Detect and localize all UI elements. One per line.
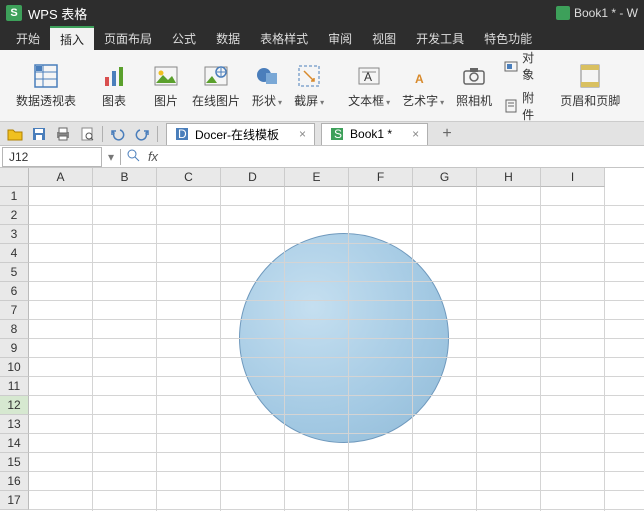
doc-title: Book1 * - W [556, 6, 638, 21]
row-header[interactable]: 9 [0, 339, 29, 358]
screenshot-button[interactable]: 截屏▾ [290, 55, 328, 117]
select-all-corner[interactable] [0, 168, 29, 187]
online-picture-icon [202, 62, 230, 90]
new-tab-button[interactable]: + [436, 124, 458, 144]
row-header[interactable]: 7 [0, 301, 29, 320]
shapes-button[interactable]: 形状▾ [248, 55, 286, 117]
menu-8[interactable]: 开发工具 [406, 26, 474, 50]
hyperlink-button[interactable]: 超链接 [640, 55, 644, 117]
spreadsheet-icon: S [330, 127, 344, 141]
close-icon[interactable]: × [299, 127, 306, 141]
docer-tab[interactable]: D Docer-在线模板 × [166, 123, 315, 145]
col-header[interactable]: C [157, 168, 221, 187]
print-button[interactable] [52, 124, 74, 144]
camera-icon [460, 62, 488, 90]
open-button[interactable] [4, 124, 26, 144]
header-footer-button[interactable]: 页眉和页脚 [556, 55, 624, 117]
object-button[interactable]: 对象 [500, 47, 540, 85]
textbox-button[interactable]: A 文本框▾ [344, 55, 394, 117]
name-box-dropdown[interactable]: ▾ [104, 150, 118, 164]
pivot-table-icon [32, 62, 60, 90]
fx-icon[interactable]: fx [143, 149, 163, 164]
shapes-icon [253, 62, 281, 90]
chevron-down-icon: ▾ [320, 98, 324, 107]
name-box[interactable]: J12 [2, 147, 102, 167]
row-header[interactable]: 5 [0, 263, 29, 282]
menu-3[interactable]: 公式 [162, 26, 206, 50]
chevron-down-icon: ▾ [278, 98, 282, 107]
doc-logo-icon [556, 6, 570, 20]
wordart-button[interactable]: A 艺术字▾ [398, 55, 448, 117]
close-icon[interactable]: × [412, 127, 419, 141]
row-header[interactable]: 10 [0, 358, 29, 377]
col-header[interactable]: F [349, 168, 413, 187]
row-header[interactable]: 15 [0, 453, 29, 472]
row-header[interactable]: 6 [0, 282, 29, 301]
col-header[interactable]: H [477, 168, 541, 187]
menu-1[interactable]: 插入 [50, 26, 94, 50]
menu-5[interactable]: 表格样式 [250, 26, 318, 50]
screenshot-icon [295, 62, 323, 90]
chart-icon [100, 62, 128, 90]
undo-button[interactable] [107, 124, 129, 144]
formula-input[interactable] [163, 147, 644, 167]
menu-4[interactable]: 数据 [206, 26, 250, 50]
picture-button[interactable]: 图片 [148, 55, 184, 117]
row-header[interactable]: 1 [0, 187, 29, 206]
menu-6[interactable]: 审阅 [318, 26, 362, 50]
textbox-icon: A [355, 62, 383, 90]
redo-button[interactable] [131, 124, 153, 144]
row-header[interactable]: 3 [0, 225, 29, 244]
col-header[interactable]: A [29, 168, 93, 187]
row-header[interactable]: 17 [0, 491, 29, 510]
chevron-down-icon: ▾ [386, 98, 390, 107]
print-preview-button[interactable] [76, 124, 98, 144]
col-header[interactable]: B [93, 168, 157, 187]
row-header[interactable]: 14 [0, 434, 29, 453]
spreadsheet-grid[interactable]: ABCDEFGHI 1234567891011121314151617 [0, 168, 644, 511]
svg-text:A: A [415, 72, 424, 86]
menu-2[interactable]: 页面布局 [94, 26, 162, 50]
app-title: WPS 表格 [28, 4, 87, 23]
svg-text:D: D [178, 127, 187, 141]
attachment-icon [504, 98, 518, 114]
row-header[interactable]: 13 [0, 415, 29, 434]
docer-icon: D [175, 127, 189, 141]
menu-bar: 开始插入页面布局公式数据表格样式审阅视图开发工具特色功能 [0, 26, 644, 50]
save-button[interactable] [28, 124, 50, 144]
chevron-down-icon: ▾ [440, 98, 444, 107]
ribbon: 数据透视表 图表 图片 在线图片 形状▾ 截屏▾ A 文本框▾ [0, 50, 644, 122]
workbook-tab[interactable]: S Book1 * × [321, 123, 428, 145]
row-header[interactable]: 2 [0, 206, 29, 225]
object-icon [504, 58, 518, 74]
col-header[interactable]: I [541, 168, 605, 187]
row-header[interactable]: 12 [0, 396, 29, 415]
col-header[interactable]: G [413, 168, 477, 187]
row-header[interactable]: 8 [0, 320, 29, 339]
app-logo-icon: S [6, 5, 22, 21]
row-header[interactable]: 16 [0, 472, 29, 491]
menu-0[interactable]: 开始 [6, 26, 50, 50]
pivot-table-button[interactable]: 数据透视表 [12, 55, 80, 117]
quick-access-toolbar: D Docer-在线模板 × S Book1 * × + [0, 122, 644, 146]
chart-button[interactable]: 图表 [96, 55, 132, 117]
picture-icon [152, 62, 180, 90]
attachment-button[interactable]: 附件 [500, 87, 540, 125]
menu-7[interactable]: 视图 [362, 26, 406, 50]
camera-button[interactable]: 照相机 [452, 55, 496, 117]
col-header[interactable]: E [285, 168, 349, 187]
wordart-icon: A [409, 62, 437, 90]
header-footer-icon [576, 62, 604, 90]
formula-bar: J12 ▾ fx [0, 146, 644, 168]
row-header[interactable]: 4 [0, 244, 29, 263]
row-header[interactable]: 11 [0, 377, 29, 396]
function-wizard-button[interactable] [123, 148, 143, 165]
col-header[interactable]: D [221, 168, 285, 187]
svg-text:S: S [334, 127, 342, 141]
online-picture-button[interactable]: 在线图片 [188, 55, 244, 117]
